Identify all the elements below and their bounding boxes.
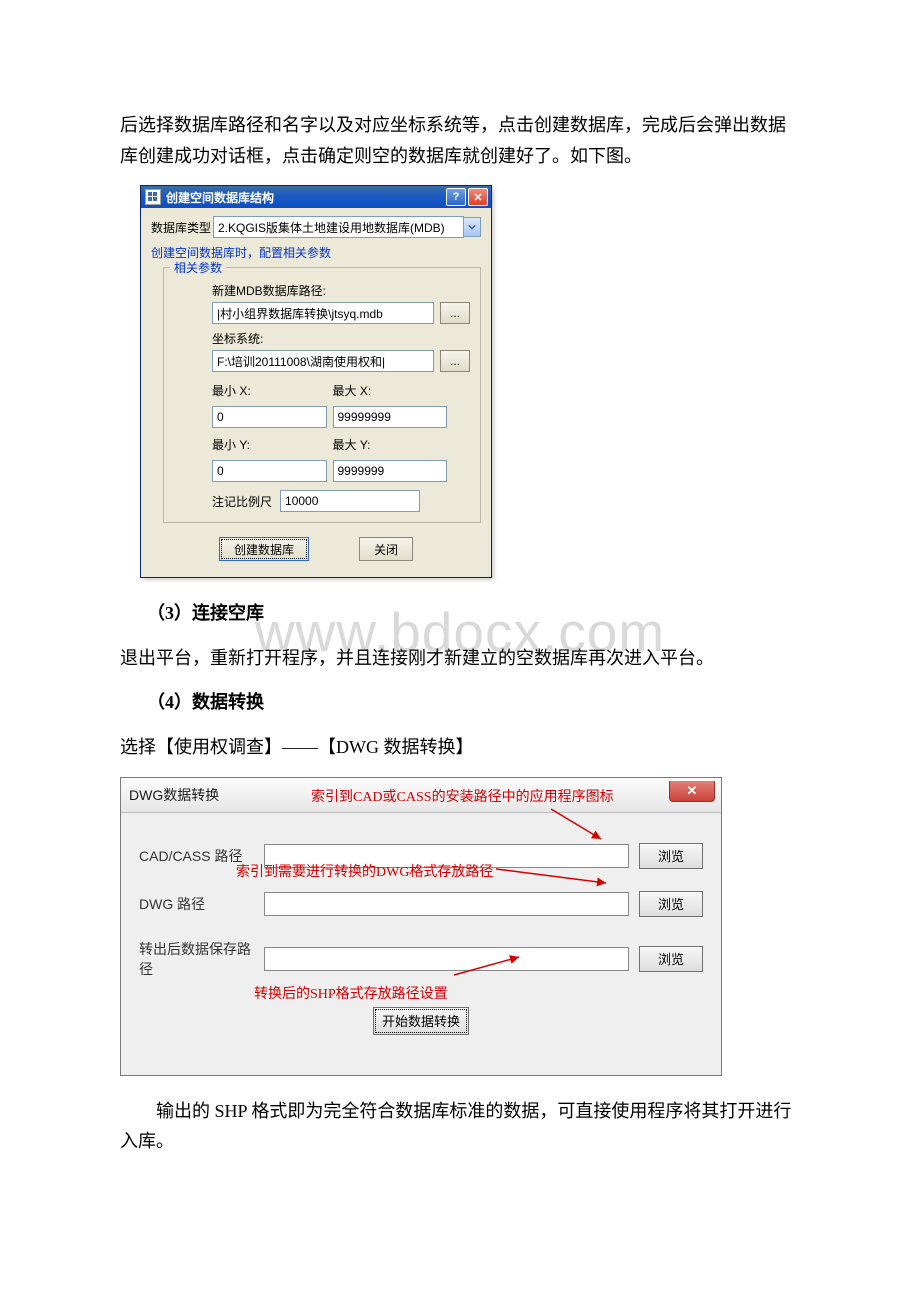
create-db-button[interactable]: 创建数据库: [219, 537, 309, 561]
dialog2-title: DWG数据转换: [129, 785, 219, 805]
maxx-input[interactable]: 99999999: [333, 406, 448, 428]
dwg-browse-button[interactable]: 浏览: [639, 891, 703, 917]
mdb-browse-button[interactable]: ...: [440, 302, 470, 324]
paragraph-4: 输出的 SHP 格式即为完全符合数据库标准的数据，可直接使用程序将其打开进行入库…: [120, 1096, 800, 1157]
coord-browse-button[interactable]: ...: [440, 350, 470, 372]
scale-label: 注记比例尺: [212, 493, 272, 510]
params-fieldset: 相关参数 新建MDB数据库路径: |村小组界数据库转换\jtsyq.mdb ..…: [163, 267, 481, 523]
miny-label: 最小 Y:: [212, 436, 317, 453]
db-type-select[interactable]: 2.KQGIS版集体土地建设用地数据库(MDB): [213, 216, 464, 238]
maxy-label: 最大 Y:: [333, 436, 438, 453]
fieldset-legend: 相关参数: [170, 259, 226, 276]
paragraph-3: 选择【使用权调查】——【DWG 数据转换】: [120, 732, 800, 763]
close-icon[interactable]: ✕: [468, 188, 488, 206]
cad-browse-button[interactable]: 浏览: [639, 843, 703, 869]
coord-label: 坐标系统:: [212, 330, 470, 347]
annotation-2: 索引到需要进行转换的DWG格式存放路径: [236, 861, 493, 881]
dwg-path-label: DWG 路径: [139, 894, 264, 914]
db-type-value: 2.KQGIS版集体土地建设用地数据库(MDB): [218, 219, 445, 236]
dialog-title: 创建空间数据库结构: [166, 189, 444, 206]
mdb-path-input[interactable]: |村小组界数据库转换\jtsyq.mdb: [212, 302, 434, 324]
output-browse-button[interactable]: 浏览: [639, 946, 703, 972]
close-icon[interactable]: ✕: [669, 781, 715, 802]
dwg-convert-dialog: DWG数据转换 索引到CAD或CASS的安装路径中的应用程序图标 ✕ CAD/C…: [120, 777, 722, 1076]
minx-label: 最小 X:: [212, 382, 317, 399]
dwg-path-input[interactable]: [264, 892, 629, 916]
miny-input[interactable]: 0: [212, 460, 327, 482]
help-icon[interactable]: ?: [446, 188, 466, 206]
paragraph-1: 后选择数据库路径和名字以及对应坐标系统等，点击创建数据库，完成后会弹出数据库创建…: [120, 110, 800, 171]
start-convert-button[interactable]: 开始数据转换: [373, 1007, 469, 1035]
output-path-label: 转出后数据保存路径: [139, 939, 264, 979]
close-button[interactable]: 关闭: [359, 537, 413, 561]
scale-input[interactable]: 10000: [280, 490, 420, 512]
output-path-input[interactable]: [264, 947, 629, 971]
dialog2-titlebar[interactable]: DWG数据转换 索引到CAD或CASS的安装路径中的应用程序图标 ✕: [121, 778, 721, 813]
maxx-label: 最大 X:: [333, 382, 438, 399]
dialog-titlebar[interactable]: 创建空间数据库结构 ? ✕: [141, 186, 491, 208]
app-icon: [145, 189, 161, 205]
chevron-down-icon[interactable]: [463, 217, 481, 237]
db-type-label: 数据库类型: [151, 219, 213, 236]
annotation-3: 转换后的SHP格式存放路径设置: [254, 983, 703, 1003]
heading-3: （3）连接空库: [120, 598, 800, 629]
maxy-input[interactable]: 9999999: [333, 460, 448, 482]
create-db-dialog: 创建空间数据库结构 ? ✕ 数据库类型 2.KQGIS版集体土地建设用地数据库(…: [140, 185, 492, 578]
annotation-1: 索引到CAD或CASS的安装路径中的应用程序图标: [311, 786, 614, 806]
mdb-path-label: 新建MDB数据库路径:: [212, 282, 470, 299]
heading-4: （4）数据转换: [120, 687, 800, 718]
paragraph-2: 退出平台，重新打开程序，并且连接刚才新建立的空数据库再次进入平台。: [120, 643, 800, 674]
minx-input[interactable]: 0: [212, 406, 327, 428]
coord-input[interactable]: F:\培训20111008\湖南使用权和|: [212, 350, 434, 372]
